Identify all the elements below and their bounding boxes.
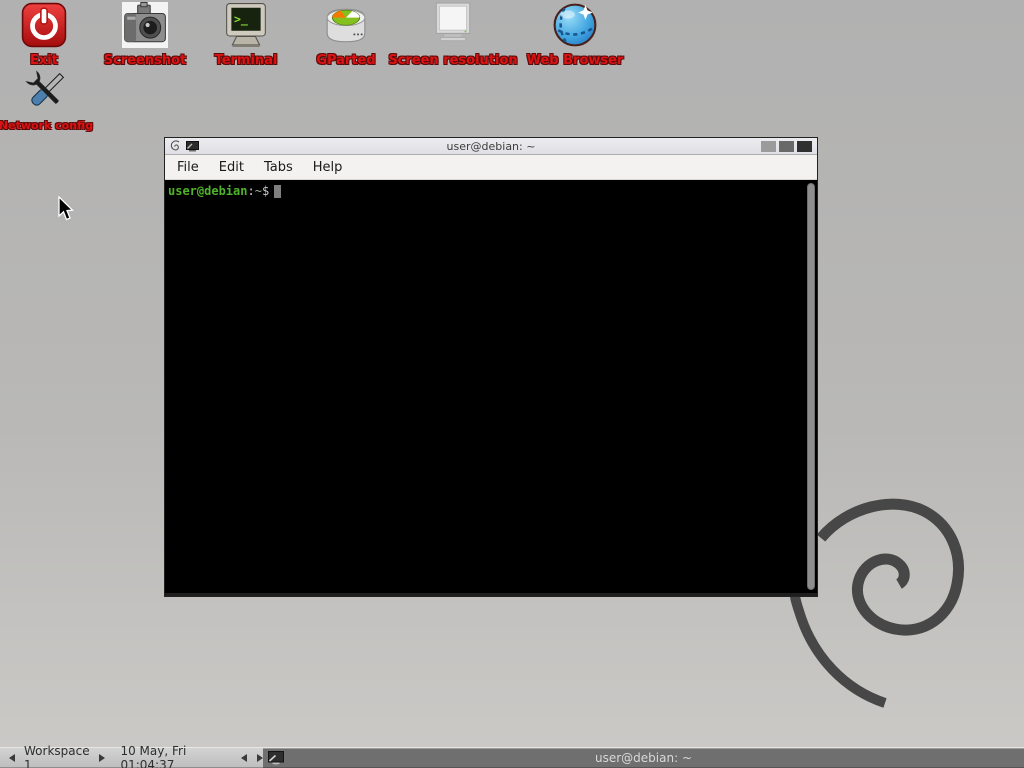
menu-file[interactable]: File [167,157,209,178]
terminal-menubar: File Edit Tabs Help [165,155,817,180]
icon-label: GParted [316,53,375,68]
prompt-path: ~ [255,184,262,198]
icon-label: Screenshot [104,53,187,68]
prompt-dollar: $ [262,184,269,198]
terminal-window: user@debian: ~ File Edit Tabs Help user@… [164,137,818,597]
prompt-colon: : [247,184,254,198]
terminal-screen[interactable]: user@debian:~$ [165,180,817,593]
window-titlebar[interactable]: user@debian: ~ [165,138,817,155]
workspace-next-icon[interactable] [99,754,105,762]
workspace-label[interactable]: Workspace 1 [24,744,90,768]
icon-label: Terminal [215,53,278,68]
taskbar: Workspace 1 10 May, Fri 01:04:37 user@de… [0,747,1024,768]
windowlist-prev-icon[interactable] [241,754,247,762]
menu-tabs[interactable]: Tabs [254,157,303,178]
crt-terminal-icon: >_ [223,2,269,48]
desktop-icon-web-browser[interactable]: Web Browser [510,2,640,68]
terminal-cursor [274,185,281,198]
terminal-scrollbar[interactable] [807,183,815,590]
icon-label: Exit [30,53,58,68]
taskbar-window-button[interactable]: user@debian: ~ [263,748,1024,768]
maximize-button[interactable] [779,141,794,152]
gparted-disk-icon [323,2,369,48]
workspace-prev-icon[interactable] [9,754,15,762]
globe-browser-icon [552,2,598,48]
close-button[interactable] [797,141,812,152]
mouse-cursor [57,196,75,222]
icon-label: Network config [0,119,93,132]
tools-icon [23,68,69,114]
menu-edit[interactable]: Edit [209,157,254,178]
icon-label: Web Browser [527,53,624,68]
window-resize-handle[interactable] [165,593,817,596]
exit-power-icon [21,2,67,48]
prompt-user-host: user@debian [168,184,247,198]
camera-icon [122,2,168,48]
task-window-title: user@debian: ~ [595,751,692,765]
icon-label: Screen resolution [388,53,517,68]
desktop-icon-screen-resolution[interactable]: Screen resolution [388,2,518,68]
shell-prompt: user@debian:~$ [168,184,814,198]
menu-help[interactable]: Help [303,157,353,178]
minimize-button[interactable] [761,141,776,152]
taskbar-clock: 10 May, Fri 01:04:37 [120,744,227,768]
monitor-icon [430,2,476,48]
task-monitor-icon [268,751,285,766]
window-title: user@debian: ~ [165,140,817,153]
svg-text:>_: >_ [234,12,248,27]
desktop-icon-network-config[interactable]: Network config [0,68,111,132]
taskbar-left-pane: Workspace 1 10 May, Fri 01:04:37 [0,748,263,768]
